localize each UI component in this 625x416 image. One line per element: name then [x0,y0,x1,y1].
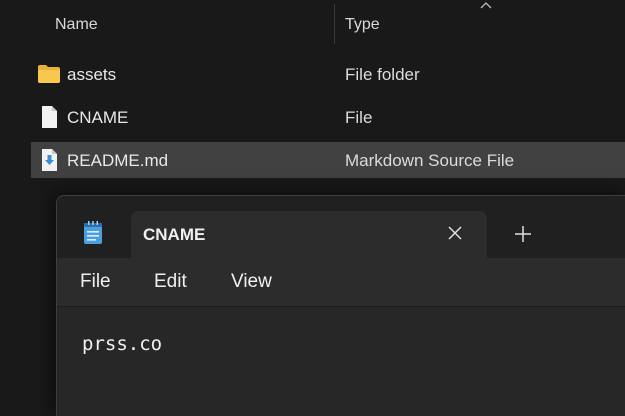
column-header-type[interactable]: Type [345,16,380,34]
column-divider[interactable] [334,4,335,44]
editor-content[interactable]: prss.co [82,333,162,355]
tab-cname[interactable]: CNAME [131,211,487,259]
file-row-cname[interactable]: CNAME File [31,99,625,135]
notepad-icon [84,221,102,244]
file-name: CNAME [67,108,129,127]
file-name: assets [67,65,117,84]
menu-file[interactable]: File [80,271,111,293]
menu-edit[interactable]: Edit [154,271,187,293]
close-icon[interactable] [445,223,465,243]
column-header: Name Type [0,0,625,50]
menu-bar: File Edit View [57,258,625,307]
file-row-assets[interactable]: assets File folder [31,56,625,92]
notepad-window: CNAME File Edit View prss.co [56,195,625,416]
file-type: File folder [345,65,420,84]
menu-view[interactable]: View [231,271,272,293]
column-header-name[interactable]: Name [55,16,98,34]
plus-icon[interactable] [513,224,533,244]
tab-title: CNAME [143,225,206,244]
text-editor[interactable]: prss.co [57,307,625,416]
markdown-file-icon [42,149,57,171]
file-type: Markdown Source File [345,151,515,170]
sort-ascending-icon [480,2,492,9]
file-type: File [345,108,373,127]
file-name: README.md [67,151,169,170]
file-row-readme[interactable]: README.md Markdown Source File [31,142,625,178]
folder-icon [38,65,60,83]
title-bar[interactable]: CNAME [57,196,625,259]
file-icon [42,106,57,128]
